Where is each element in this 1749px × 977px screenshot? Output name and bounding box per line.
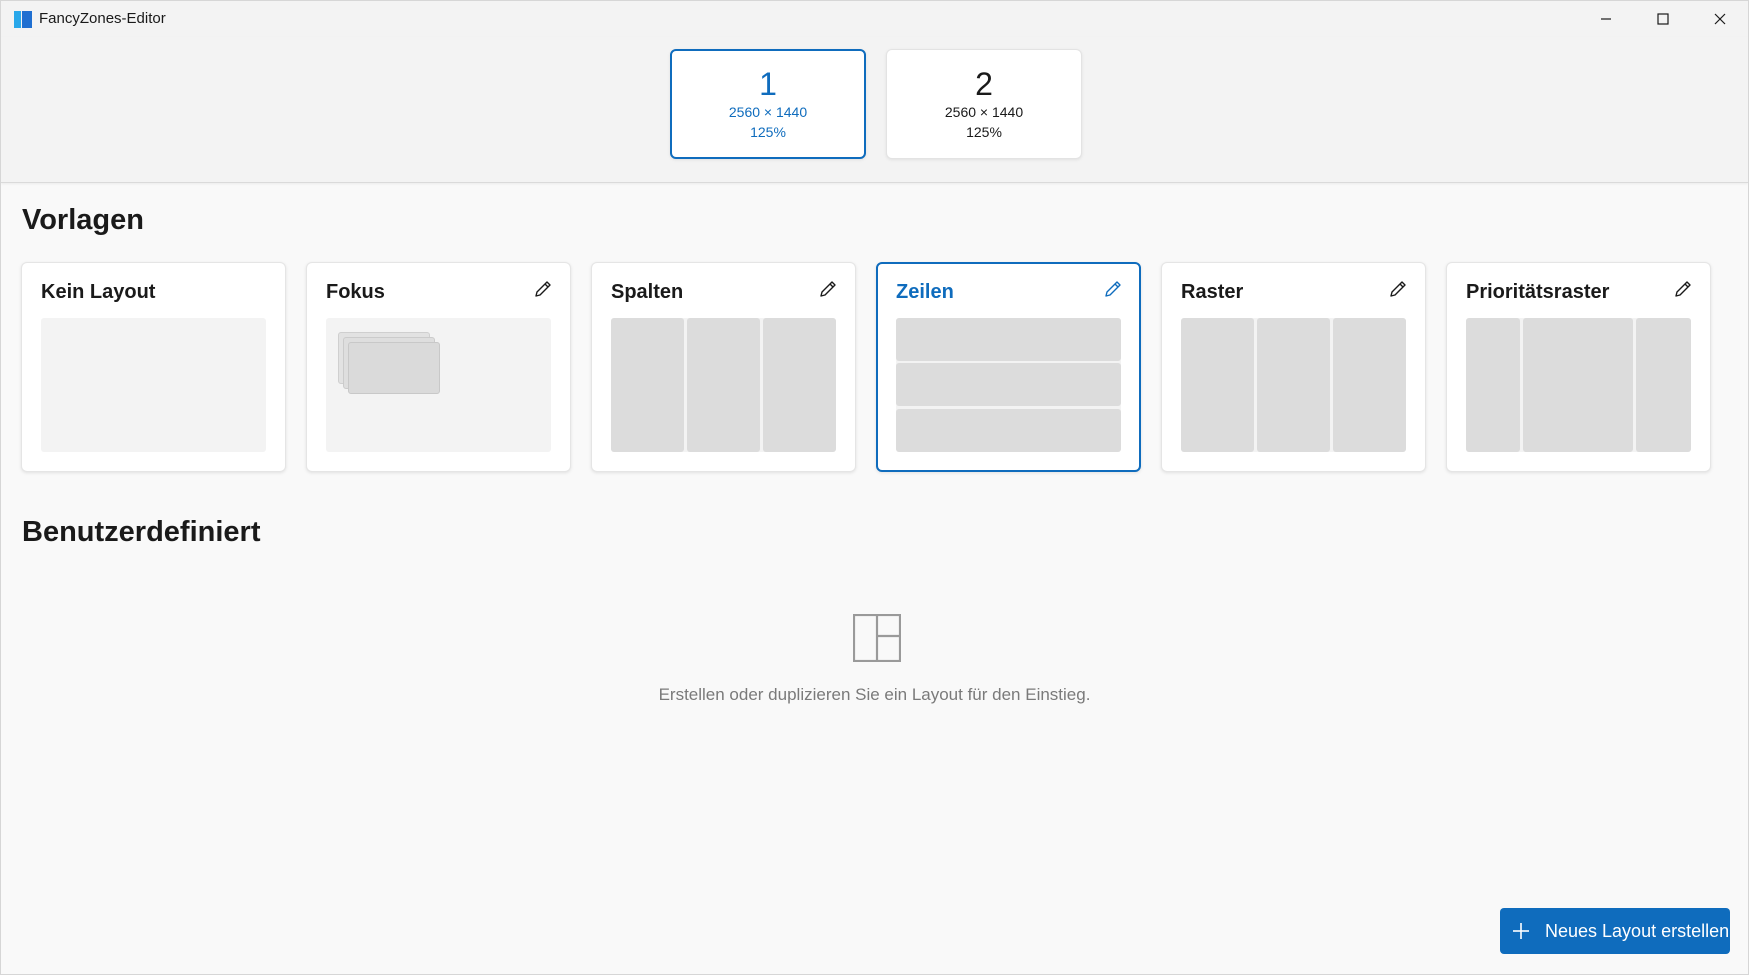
- priority-zone: [1523, 318, 1633, 452]
- template-card-spalten[interactable]: Spalten: [591, 262, 856, 472]
- template-card-zeilen[interactable]: Zeilen: [876, 262, 1141, 472]
- monitor-selector: 1 2560 × 1440 125% 2 2560 × 1440 125%: [1, 37, 1748, 183]
- layout-preview-grid: [1181, 318, 1406, 452]
- template-card-kein-layout[interactable]: Kein Layout: [21, 262, 286, 472]
- minimize-button[interactable]: [1577, 1, 1634, 37]
- grid-zone: [1333, 318, 1406, 452]
- row-zone: [896, 363, 1121, 406]
- focus-zone: [348, 342, 440, 394]
- template-label: Zeilen: [896, 281, 954, 303]
- edit-pencil-icon[interactable]: [1672, 278, 1694, 300]
- custom-layouts-heading: Benutzerdefiniert: [22, 516, 261, 548]
- fancyzones-editor-window: FancyZones-Editor 1 2560 × 1440 125% 2 2…: [0, 0, 1749, 975]
- edit-pencil-icon[interactable]: [817, 278, 839, 300]
- close-button[interactable]: [1691, 1, 1748, 37]
- app-icon: [14, 11, 32, 28]
- priority-zone: [1636, 318, 1691, 452]
- new-layout-label: Neues Layout erstellen: [1545, 920, 1730, 941]
- layout-preview-columns: [611, 318, 836, 452]
- template-label: Raster: [1181, 281, 1244, 303]
- grid-zone: [1181, 318, 1254, 452]
- monitor-number: 1: [759, 66, 777, 102]
- template-card-raster[interactable]: Raster: [1161, 262, 1426, 472]
- row-zone: [896, 318, 1121, 361]
- monitor-scale: 125%: [966, 124, 1002, 140]
- templates-heading: Vorlagen: [22, 204, 144, 236]
- edit-pencil-icon[interactable]: [1387, 278, 1409, 300]
- layout-preview-focus: [326, 318, 551, 452]
- template-label: Kein Layout: [41, 281, 156, 303]
- priority-zone: [1466, 318, 1520, 452]
- new-layout-button[interactable]: Neues Layout erstellen: [1500, 908, 1730, 954]
- template-card-prioritaetsraster[interactable]: Prioritätsraster: [1446, 262, 1711, 472]
- edit-pencil-icon[interactable]: [1102, 278, 1124, 300]
- monitor-scale: 125%: [750, 124, 786, 140]
- layout-icon: [853, 614, 901, 662]
- title-bar: FancyZones-Editor: [1, 1, 1748, 37]
- monitor-resolution: 2560 × 1440: [728, 104, 808, 120]
- edit-pencil-icon[interactable]: [532, 278, 554, 300]
- template-card-fokus[interactable]: Fokus: [306, 262, 571, 472]
- grid-zone: [1257, 318, 1330, 452]
- maximize-icon: [1656, 13, 1669, 25]
- column-zone: [763, 318, 836, 452]
- minimize-icon: [1600, 18, 1611, 20]
- column-zone: [687, 318, 760, 452]
- layout-preview-blank: [41, 318, 266, 452]
- empty-state-message: Erstellen oder duplizieren Sie ein Layou…: [658, 685, 1091, 704]
- column-zone: [611, 318, 684, 452]
- monitor-resolution: 2560 × 1440: [944, 104, 1024, 120]
- row-zone: [896, 409, 1121, 452]
- template-label: Fokus: [326, 281, 385, 303]
- layout-preview-priority-grid: [1466, 318, 1691, 452]
- monitor-card-2[interactable]: 2 2560 × 1440 125%: [886, 49, 1082, 159]
- window-title: FancyZones-Editor: [39, 10, 166, 27]
- template-label: Spalten: [611, 281, 684, 303]
- template-label: Prioritätsraster: [1466, 281, 1610, 303]
- close-icon: [1714, 13, 1725, 25]
- monitor-number: 2: [975, 66, 993, 102]
- monitor-card-1[interactable]: 1 2560 × 1440 125%: [670, 49, 866, 159]
- plus-icon: [1513, 923, 1529, 939]
- layout-preview-rows: [896, 318, 1121, 452]
- maximize-button[interactable]: [1634, 1, 1691, 37]
